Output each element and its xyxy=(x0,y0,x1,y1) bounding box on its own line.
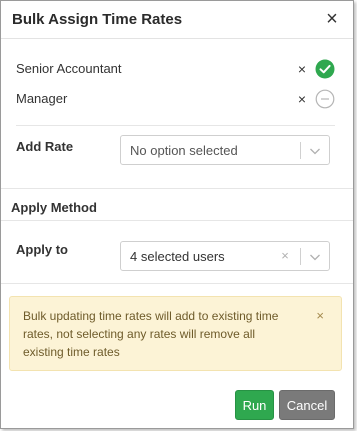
select-separator xyxy=(300,248,301,265)
apply-method-header: Apply Method xyxy=(1,191,353,221)
apply-method-heading: Apply Method xyxy=(11,200,97,215)
check-circle-icon[interactable] xyxy=(315,59,335,79)
cancel-button[interactable]: Cancel xyxy=(279,390,335,420)
apply-to-select[interactable]: 4 selected users × xyxy=(120,241,330,271)
add-rate-select[interactable]: No option selected xyxy=(120,135,330,165)
clear-selection-icon[interactable]: × xyxy=(279,248,291,264)
divider xyxy=(16,125,335,126)
rate-label: Manager xyxy=(16,91,68,106)
add-rate-label: Add Rate xyxy=(16,139,74,154)
apply-to-label: Apply to xyxy=(16,242,68,257)
select-separator xyxy=(300,142,301,159)
run-button[interactable]: Run xyxy=(235,390,274,420)
rate-label: Senior Accountant xyxy=(16,61,122,76)
alert-message: Bulk updating time rates will add to exi… xyxy=(23,309,279,359)
remove-rate-icon[interactable]: × xyxy=(295,91,309,107)
minus-circle-icon[interactable] xyxy=(315,89,335,109)
chevron-down-icon xyxy=(310,148,320,155)
apply-to-value: 4 selected users xyxy=(130,249,225,264)
chevron-down-icon xyxy=(310,254,320,261)
apply-method-section: Apply to 4 selected users × xyxy=(1,222,353,284)
close-icon[interactable]: × xyxy=(323,9,341,29)
rates-section: Senior Accountant × Manager × Add Rate N… xyxy=(1,39,353,189)
dialog-title: Bulk Assign Time Rates xyxy=(12,11,183,28)
remove-rate-icon[interactable]: × xyxy=(295,61,309,77)
add-rate-placeholder: No option selected xyxy=(130,143,238,158)
bulk-assign-dialog: Bulk Assign Time Rates × Senior Accounta… xyxy=(0,0,354,429)
alert-close-icon[interactable]: × xyxy=(316,308,324,323)
warning-alert: Bulk updating time rates will add to exi… xyxy=(9,296,342,371)
dialog-header: Bulk Assign Time Rates × xyxy=(1,1,353,39)
rate-row-senior-accountant: Senior Accountant × xyxy=(16,59,335,81)
rate-row-manager: Manager × xyxy=(16,89,335,111)
